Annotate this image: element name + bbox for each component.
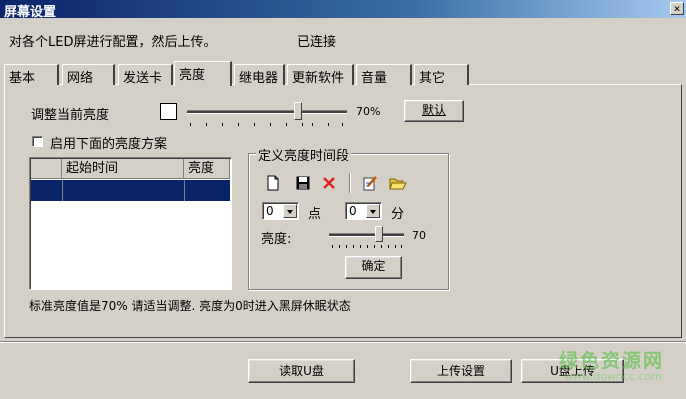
time-period-legend: 定义亮度时间段 (256, 145, 352, 164)
footer-divider (0, 341, 686, 343)
edit-icon[interactable] (362, 175, 378, 191)
tab-network[interactable]: 网络 (62, 64, 115, 86)
hour-select[interactable]: 0 (262, 202, 299, 220)
delete-icon[interactable] (321, 175, 337, 191)
period-brightness-value: 70 (412, 229, 426, 242)
watermark-logo: 绿色资源网 (558, 350, 664, 372)
brightness-note: 标准亮度值是70% 请适当调整. 亮度为0时进入黑屏休眠状态 (29, 299, 351, 313)
minute-unit: 分 (391, 207, 405, 222)
brightness-slider[interactable] (187, 102, 347, 132)
minute-select[interactable]: 0 (345, 202, 382, 220)
tab-basic[interactable]: 基本 (4, 64, 59, 86)
toolbar-separator (349, 173, 351, 193)
table-corner-header (31, 159, 62, 179)
column-header-brightness[interactable]: 亮度 (184, 159, 230, 179)
connection-status: 已连接 (297, 35, 337, 50)
period-brightness-label: 亮度: (261, 232, 292, 247)
tab-relay[interactable]: 继电器 (234, 64, 285, 86)
table-row-selected[interactable] (31, 180, 230, 201)
period-brightness-slider[interactable] (329, 226, 404, 252)
title-bar: 屏幕设置 × (0, 0, 686, 20)
enable-schedule-checkbox[interactable] (32, 136, 43, 147)
instruction-text: 对各个LED屏进行配置，然后上传。 (9, 35, 217, 50)
new-file-icon[interactable] (265, 175, 281, 191)
watermark-url: www.downcc.com (563, 370, 662, 383)
tab-volume[interactable]: 音量 (356, 64, 412, 86)
upload-settings-button[interactable]: 上传设置 (410, 359, 512, 383)
period-brightness-thumb[interactable] (375, 226, 383, 242)
brightness-value: 70% (356, 105, 381, 118)
tab-update-software[interactable]: 更新软件 (287, 64, 354, 86)
tab-sender-card[interactable]: 发送卡 (118, 64, 173, 86)
read-usb-button[interactable]: 读取U盘 (248, 359, 355, 383)
brightness-label: 调整当前亮度 (31, 108, 110, 123)
default-button[interactable]: 默认 (404, 100, 464, 122)
confirm-button[interactable]: 确定 (345, 256, 402, 279)
close-button[interactable]: × (670, 2, 684, 15)
window-title: 屏幕设置 (4, 5, 57, 20)
save-icon[interactable] (295, 175, 311, 191)
enable-schedule-label: 启用下面的亮度方案 (50, 137, 168, 152)
tab-brightness[interactable]: 亮度 (174, 61, 232, 86)
minute-select-value: 0 (349, 204, 357, 218)
brightness-slider-thumb[interactable] (294, 102, 302, 120)
minute-dropdown-button[interactable] (366, 204, 380, 218)
column-header-start-time[interactable]: 起始时间 (62, 159, 184, 179)
default-button-label: 默认 (421, 103, 446, 117)
open-folder-icon[interactable] (389, 175, 407, 191)
brightness-color-swatch[interactable] (160, 103, 177, 120)
hour-dropdown-button[interactable] (283, 204, 297, 218)
hour-select-value: 0 (266, 204, 274, 218)
tab-other[interactable]: 其它 (414, 64, 469, 86)
hour-unit: 点 (308, 207, 322, 222)
schedule-table[interactable]: 起始时间 亮度 (29, 157, 232, 290)
